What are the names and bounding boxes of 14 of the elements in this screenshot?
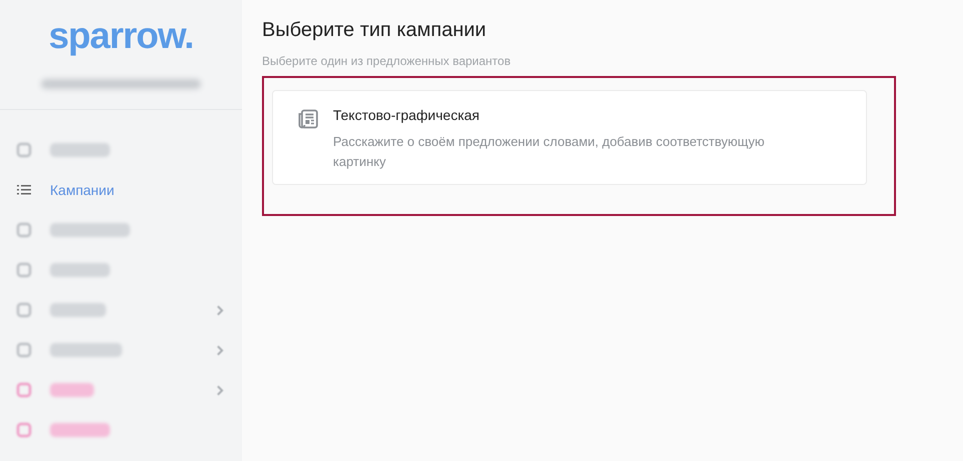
logo: sparrow.: [48, 14, 194, 58]
blurred-icon: [16, 422, 32, 438]
blurred-icon: [16, 382, 32, 398]
blurred-icon: [16, 222, 32, 238]
option-description: Расскажите о своём предложении словами, добавив соответствующую картинку: [333, 133, 766, 171]
blurred-icon: [16, 262, 32, 278]
campaign-type-card[interactable]: Текстово-графическая Расскажите о своём предложении словами, добавив соответствующую картинку: [272, 90, 867, 185]
page-title: Выберите тип кампании: [262, 18, 488, 42]
option-title: Текстово-графическая: [333, 106, 481, 125]
blurred-icon: [16, 142, 32, 158]
blurred-icon: [16, 342, 32, 358]
blurred-icon: [16, 302, 32, 318]
newspaper-icon: [297, 109, 319, 129]
page-subtitle: Выберите один из предложенных вариантов: [262, 53, 512, 70]
